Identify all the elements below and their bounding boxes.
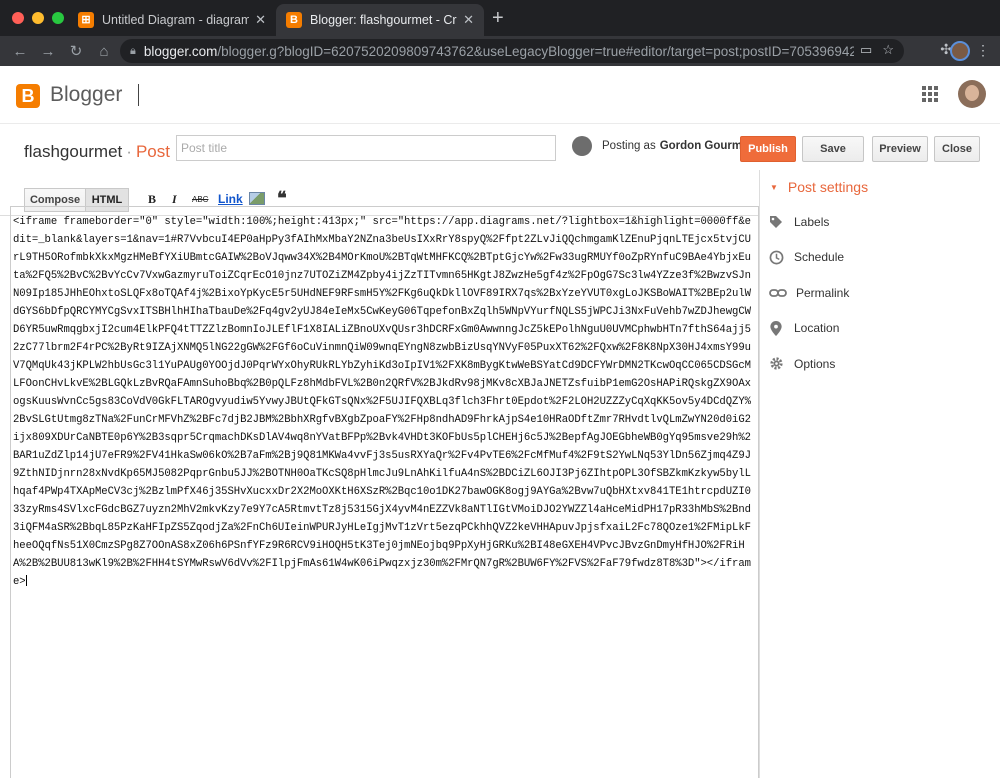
browser-tab-blogger[interactable]: B Blogger: flashgourmet - Create ✕ bbox=[276, 4, 484, 36]
clock-icon bbox=[768, 249, 784, 265]
gear-icon bbox=[768, 356, 784, 372]
account-avatar[interactable] bbox=[958, 80, 986, 108]
browser-menu-icon[interactable]: ⋮ bbox=[976, 42, 990, 59]
title-separator: · bbox=[126, 142, 132, 161]
chain-link-icon bbox=[768, 285, 788, 301]
tab-close-icon[interactable]: ✕ bbox=[255, 12, 266, 28]
reload-icon[interactable]: ↻ bbox=[62, 42, 90, 60]
forward-arrow-icon[interactable]: → bbox=[34, 43, 62, 60]
blogger-logo-icon[interactable]: B bbox=[16, 84, 40, 108]
post-title-input[interactable] bbox=[176, 135, 556, 161]
window-controls bbox=[12, 12, 64, 24]
sidebar-item-label: Location bbox=[794, 321, 840, 336]
browser-tab-diagrams[interactable]: ⊞ Untitled Diagram - diagrams.net ✕ bbox=[68, 4, 276, 36]
page-title: flashgourmet · Post bbox=[24, 142, 170, 162]
minimize-window-button[interactable] bbox=[32, 12, 44, 24]
post-settings-title: Post settings bbox=[787, 179, 869, 195]
italic-button[interactable]: I bbox=[172, 192, 177, 207]
url-path: /blogger.g?blogID=6207520209809743762&us… bbox=[217, 43, 869, 59]
author-name: Gordon Gourmet bbox=[659, 140, 753, 152]
bookmark-star-icon[interactable]: ☆ bbox=[882, 42, 894, 58]
url-host: blogger.com bbox=[143, 43, 218, 59]
sidebar-item-label: Labels bbox=[794, 214, 830, 229]
html-editor[interactable]: <iframe frameborder="0" style="width:100… bbox=[10, 206, 759, 778]
posting-as: Posting as Gordon Gourmet bbox=[572, 136, 752, 156]
preview-button[interactable]: Preview bbox=[872, 136, 928, 162]
header-divider bbox=[138, 84, 139, 106]
back-arrow-icon[interactable]: ← bbox=[6, 43, 34, 60]
posting-as-label: Posting as bbox=[602, 140, 656, 152]
sidebar-item-label: Permalink bbox=[796, 285, 850, 300]
tab-title: Blogger: flashgourmet - Create bbox=[310, 13, 457, 27]
close-window-button[interactable] bbox=[12, 12, 24, 24]
blog-name: flashgourmet bbox=[24, 142, 123, 161]
collapse-triangle-icon: ▼ bbox=[770, 182, 778, 192]
link-button[interactable]: Link bbox=[218, 192, 243, 206]
tag-icon bbox=[768, 214, 784, 230]
insert-image-icon[interactable] bbox=[249, 192, 265, 205]
diagrams-favicon-icon: ⊞ bbox=[78, 12, 94, 28]
post-settings-header[interactable]: ▼ Post settings bbox=[760, 170, 1000, 204]
zoom-window-button[interactable] bbox=[52, 12, 64, 24]
blogger-favicon-icon: B bbox=[286, 12, 302, 28]
new-tab-icon[interactable]: + bbox=[492, 8, 504, 28]
app-name: Blogger bbox=[50, 83, 123, 106]
author-avatar bbox=[572, 136, 592, 156]
sidebar-item-options[interactable]: Options bbox=[760, 346, 1000, 382]
sidebar-item-label: Schedule bbox=[794, 250, 845, 265]
sidebar-item-labels[interactable]: Labels bbox=[760, 204, 1000, 240]
browser-profile-avatar[interactable] bbox=[950, 41, 970, 61]
sidebar-item-schedule[interactable]: Schedule bbox=[760, 240, 1000, 276]
tab-title: Untitled Diagram - diagrams.net bbox=[102, 13, 250, 27]
html-source-text: <iframe frameborder="0" style="width:100… bbox=[13, 216, 751, 588]
section-label: Post bbox=[135, 142, 170, 161]
lock-icon: 🔒︎ bbox=[130, 44, 136, 57]
text-caret bbox=[25, 575, 27, 586]
apps-grid-icon[interactable] bbox=[922, 86, 938, 102]
blogger-header: B Blogger bbox=[0, 66, 1000, 124]
sidebar-item-label: Options bbox=[794, 356, 836, 371]
url-bar[interactable]: 🔒︎ blogger.com/blogger.g?blogID=62075202… bbox=[120, 39, 904, 63]
publish-button[interactable]: Publish bbox=[740, 136, 796, 162]
sidebar-item-location[interactable]: Location bbox=[760, 311, 1000, 347]
close-button[interactable]: Close bbox=[934, 136, 980, 162]
map-pin-icon bbox=[768, 320, 784, 336]
strikethrough-button[interactable]: ABC bbox=[192, 195, 208, 204]
bold-button[interactable]: B bbox=[148, 192, 156, 207]
save-button[interactable]: Save bbox=[802, 136, 864, 162]
sidebar-item-permalink[interactable]: Permalink bbox=[760, 275, 1000, 311]
cast-icon[interactable]: ▭ bbox=[860, 42, 872, 58]
browser-toolbar: ← → ↻ ⌂ 🔒︎ blogger.com/blogger.g?blogID=… bbox=[0, 36, 1000, 66]
home-icon[interactable]: ⌂ bbox=[90, 43, 118, 60]
tab-close-icon[interactable]: ✕ bbox=[463, 12, 474, 28]
browser-tab-bar: ⊞ Untitled Diagram - diagrams.net ✕ B Bl… bbox=[0, 0, 1000, 36]
post-settings-sidebar: ▼ Post settings Labels Schedule Permalin… bbox=[759, 170, 1000, 778]
